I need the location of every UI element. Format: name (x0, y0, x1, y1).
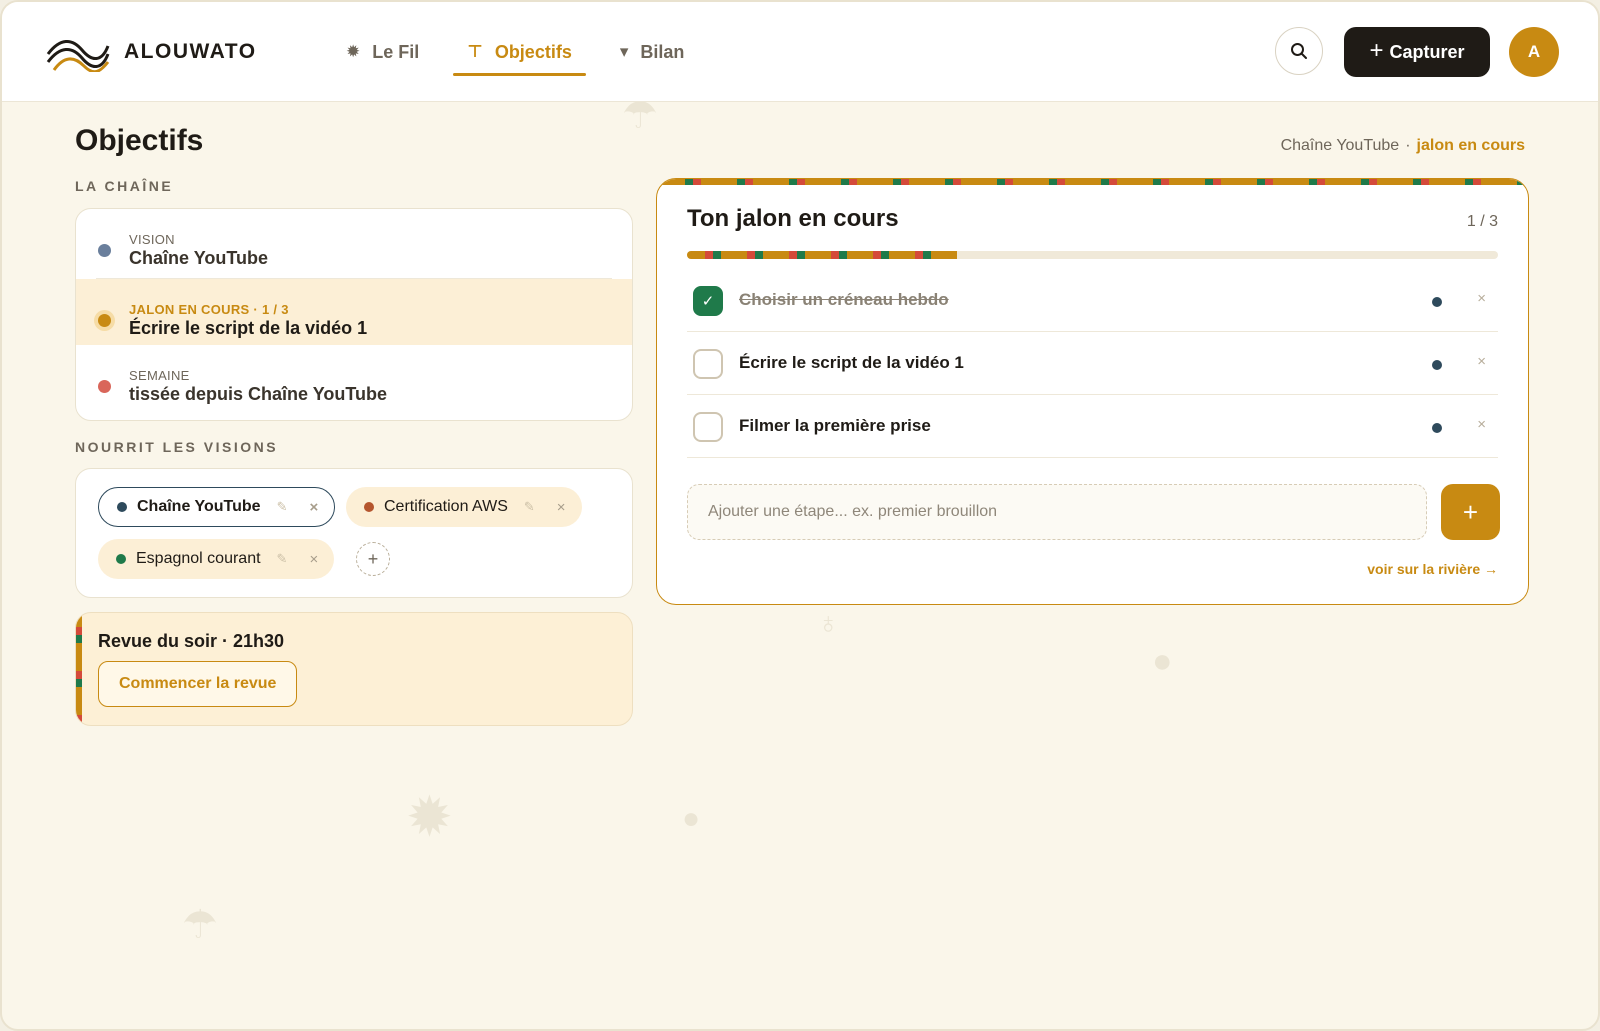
chain-section-label: LA CHAÎNE (75, 178, 174, 194)
capture-button[interactable]: + Capturer (1344, 27, 1490, 77)
nav-bilan-label: Bilan (640, 41, 685, 62)
milestone-title: Ton jalon en cours (687, 205, 899, 232)
vision-dot (1432, 360, 1442, 370)
bg-drop-icon: ● (1152, 642, 1173, 680)
add-step-button[interactable]: + (1441, 484, 1500, 540)
chain-row-semaine[interactable]: SEMAINE tissée depuis Chaîne YouTube (76, 345, 632, 411)
app-window: ☂ ✹ ☂ ● ● ♁ ALOUWATO ✹ Le Fil ⊤ Objectif… (0, 0, 1600, 1031)
chip-color-dot (364, 502, 374, 512)
task-item[interactable]: Écrire le script de la vidéo 1 × (687, 332, 1498, 395)
brand[interactable]: ALOUWATO (46, 32, 257, 72)
semaine-dot (98, 380, 111, 393)
chip-color-dot (117, 502, 127, 512)
start-review-button[interactable]: Commencer la revue (98, 661, 298, 707)
add-vision-button[interactable]: + (356, 542, 390, 576)
task-checkbox[interactable] (693, 349, 723, 379)
pencil-icon[interactable]: ✎ (277, 551, 288, 567)
chain-row-jalon[interactable]: JALON EN COURS · 1 / 3 Écrire le script … (76, 279, 632, 345)
progress-fill (687, 251, 958, 259)
review-title: Revue du soir · 21h30 (98, 631, 285, 651)
nav-bilan[interactable]: ▾ Bilan (596, 2, 709, 102)
chain-row-vision[interactable]: VISION Chaîne YouTube (76, 209, 632, 275)
view-river-link[interactable]: voir sur la rivière → (1367, 561, 1498, 577)
milestone-progress (687, 251, 1498, 259)
chip-label: Certification AWS (384, 498, 508, 515)
chain-card: VISION Chaîne YouTube JALON EN COURS · 1… (75, 208, 633, 421)
breadcrumb-current: jalon en cours (1416, 137, 1525, 154)
avatar-initial: A (1527, 42, 1541, 61)
plus-icon: + (1369, 37, 1384, 64)
nav-le-fil-label: Le Fil (372, 41, 420, 62)
vision-dot (98, 244, 111, 257)
breadcrumb-parent[interactable]: Chaîne YouTube (1281, 137, 1400, 154)
current-milestone-card: Ton jalon en cours 1 / 3 ✓ Choisir un cr… (656, 178, 1529, 605)
bg-sun-icon: ✹ (406, 785, 453, 848)
task-label: Écrire le script de la vidéo 1 (739, 353, 964, 372)
add-step-input[interactable] (687, 484, 1427, 540)
nav-objectifs[interactable]: ⊤ Objectifs (443, 2, 596, 102)
close-icon[interactable]: × (1477, 416, 1486, 433)
main-nav: ✹ Le Fil ⊤ Objectifs ▾ Bilan (322, 2, 708, 102)
chain-row-value: Écrire le script de la vidéo 1 (129, 318, 368, 338)
task-label: Filmer la première prise (739, 416, 931, 435)
close-icon[interactable]: × (1477, 353, 1486, 370)
app-name: ALOUWATO (124, 40, 257, 63)
chip-label: Chaîne YouTube (137, 498, 261, 515)
chip-label: Espagnol courant (136, 550, 261, 567)
task-item[interactable]: Filmer la première prise × (687, 395, 1498, 458)
bg-figure-icon: ♁ (817, 607, 840, 640)
close-icon[interactable]: × (309, 499, 318, 516)
top-bar: ALOUWATO ✹ Le Fil ⊤ Objectifs ▾ Bilan + (2, 2, 1598, 102)
vision-dot (1432, 423, 1442, 433)
search-button[interactable] (1275, 27, 1323, 75)
nav-le-fil[interactable]: ✹ Le Fil (322, 2, 443, 102)
jalon-dot (98, 314, 111, 327)
vision-chip[interactable]: Chaîne YouTube ✎ × (98, 487, 336, 527)
close-icon[interactable]: × (557, 499, 566, 516)
visions-section-label: NOURRIT LES VISIONS (75, 439, 279, 455)
evening-review-card: Revue du soir · 21h30 Commencer la revue (75, 612, 633, 726)
sun-icon: ✹ (346, 42, 361, 61)
vision-chip[interactable]: Certification AWS ✎ × (346, 487, 582, 527)
chain-row-kicker: VISION (129, 232, 175, 247)
milestone-count: 1 / 3 (1466, 213, 1498, 230)
chain-row-kicker: JALON EN COURS · 1 / 3 (129, 302, 289, 317)
waves-logo-icon (46, 40, 110, 72)
task-checkbox[interactable] (693, 412, 723, 442)
decorative-stripe (76, 613, 82, 725)
chip-color-dot (116, 554, 126, 564)
decorative-stripe (657, 179, 1528, 185)
page-title: Objectifs (75, 124, 204, 157)
torch-icon: ▾ (619, 42, 629, 61)
task-item[interactable]: ✓ Choisir un créneau hebdo × (687, 269, 1498, 332)
search-icon (1291, 43, 1307, 59)
close-icon[interactable]: × (309, 551, 318, 568)
chain-row-kicker: SEMAINE (129, 368, 190, 383)
avatar[interactable]: A (1509, 27, 1559, 77)
visions-card: Chaîne YouTube ✎ × Certification AWS ✎ ×… (75, 468, 633, 598)
vision-chip[interactable]: Espagnol courant ✎ × (98, 539, 335, 579)
close-icon[interactable]: × (1477, 290, 1486, 307)
pencil-icon[interactable]: ✎ (524, 499, 535, 515)
task-checkbox[interactable]: ✓ (693, 286, 723, 316)
pencil-icon[interactable]: ✎ (277, 499, 288, 515)
chain-row-value: tissée depuis Chaîne YouTube (129, 384, 388, 404)
chain-row-value: Chaîne YouTube (129, 248, 269, 268)
vision-dot (1432, 297, 1442, 307)
breadcrumb-separator: · (1405, 137, 1411, 154)
breadcrumb: Chaîne YouTube · jalon en cours (1281, 137, 1525, 155)
nav-objectifs-label: Objectifs (494, 41, 572, 62)
check-icon: ✓ (701, 293, 715, 310)
bg-mushroom-icon: ☂ (182, 903, 218, 947)
mushroom-icon: ⊤ (467, 42, 483, 61)
task-label: Choisir un créneau hebdo (739, 290, 949, 309)
capture-label: Capturer (1389, 41, 1465, 62)
bg-drop-icon: ● (682, 802, 701, 835)
